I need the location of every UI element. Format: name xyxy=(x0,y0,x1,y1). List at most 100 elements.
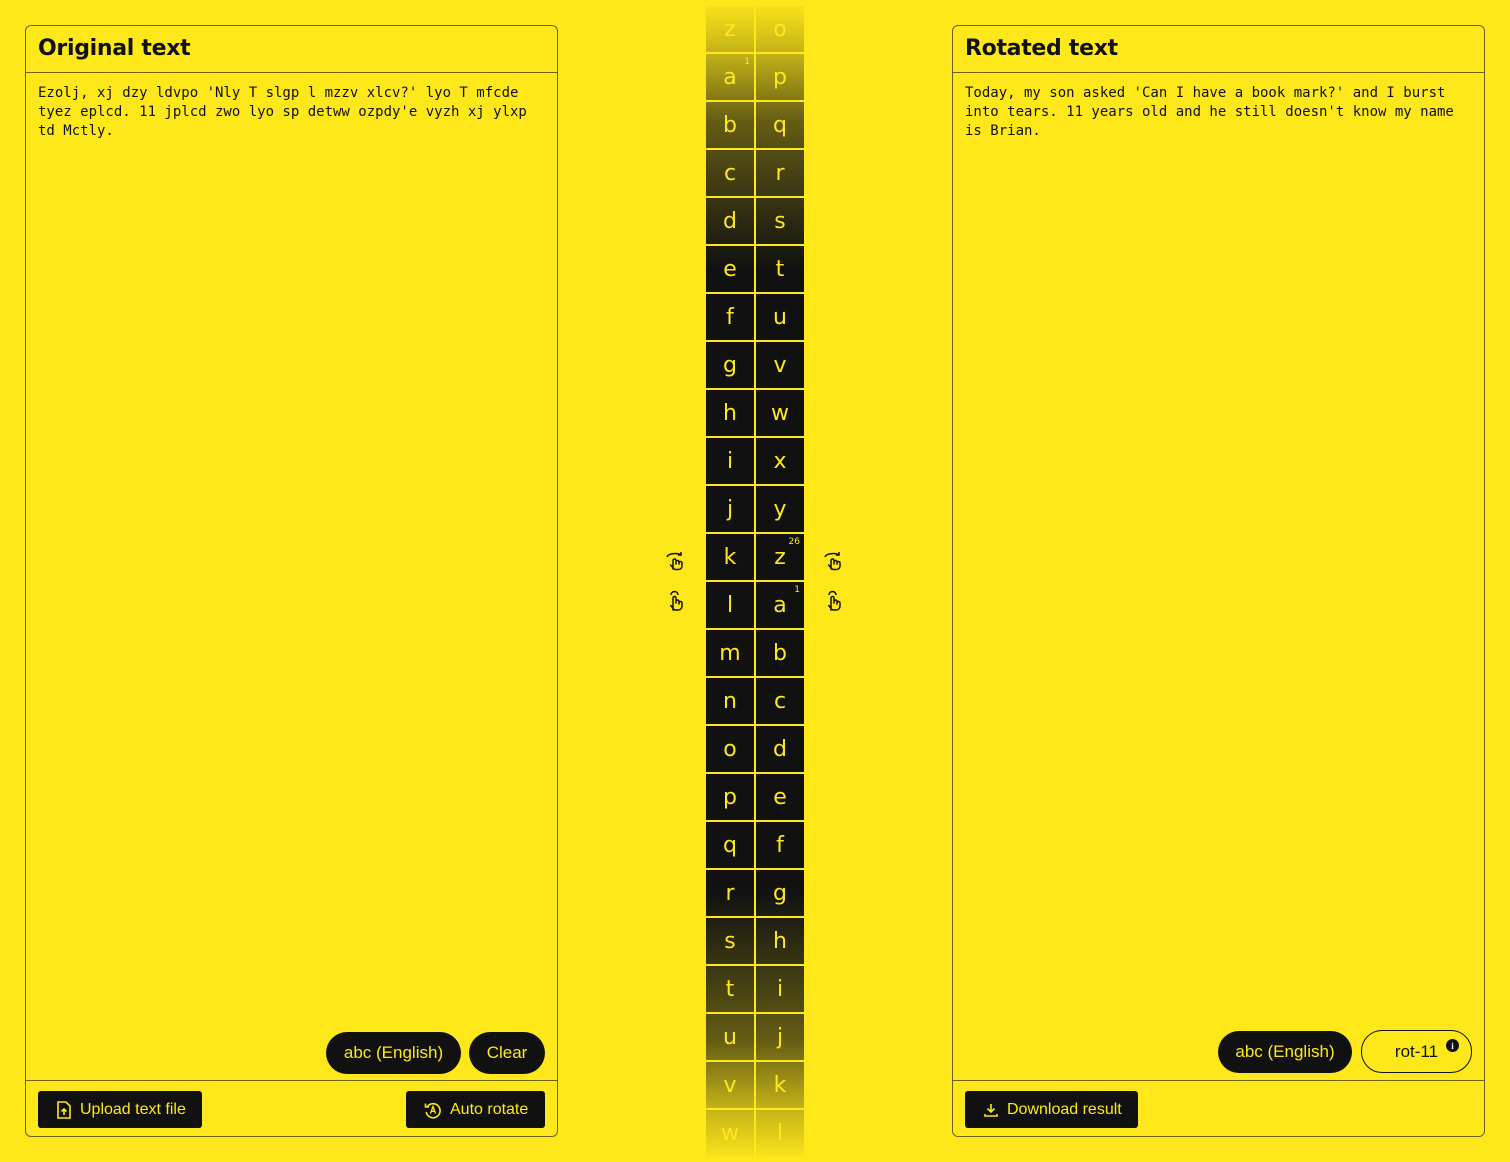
clear-button[interactable]: Clear xyxy=(469,1032,545,1074)
upload-text-file-button[interactable]: Upload text file xyxy=(38,1091,202,1128)
auto-rotate-icon xyxy=(424,1102,441,1118)
wheel-right-letter[interactable]: a1 xyxy=(756,582,804,628)
tap-right-hand-icon[interactable] xyxy=(822,589,846,613)
wheel-left-letter[interactable]: w xyxy=(706,1110,754,1156)
wheel-left-letter[interactable]: k xyxy=(706,534,754,580)
wheel-letter-text: b xyxy=(773,640,787,666)
wheel-letter-text: q xyxy=(773,112,787,138)
wheel-right-letter[interactable]: q xyxy=(756,102,804,148)
rotation-wheel[interactable]: z a 1 b c d e f g h i j k l m n o p q r s t u v w o p q r s t u v w x y z 26 a… xyxy=(705,0,805,1162)
wheel-right-letter[interactable]: r xyxy=(756,150,804,196)
wheel-letter-text: k xyxy=(773,1072,787,1098)
wheel-left-letter[interactable]: l xyxy=(706,582,754,628)
rotated-alphabet-button[interactable]: abc (English) xyxy=(1218,1031,1352,1073)
wheel-right-letter[interactable]: h xyxy=(756,918,804,964)
wheel-right-letter[interactable]: u xyxy=(756,294,804,340)
wheel-right-letter[interactable]: e xyxy=(756,774,804,820)
wheel-right-letter[interactable]: s xyxy=(756,198,804,244)
wheel-right-letter[interactable]: i xyxy=(756,966,804,1012)
wheel-letter-text: v xyxy=(773,352,787,378)
original-text-footer: Upload text file Auto rotate xyxy=(26,1080,557,1136)
wheel-left-letter[interactable]: m xyxy=(706,630,754,676)
wheel-letter-text: t xyxy=(725,976,735,1002)
wheel-left-letter[interactable]: c xyxy=(706,150,754,196)
download-result-button[interactable]: Download result xyxy=(965,1091,1138,1128)
wheel-right-letter[interactable]: v xyxy=(756,342,804,388)
wheel-left-letter[interactable]: h xyxy=(706,390,754,436)
wheel-right-letter[interactable]: l xyxy=(756,1110,804,1156)
wheel-left-letter[interactable]: i xyxy=(706,438,754,484)
wheel-left-letter[interactable]: t xyxy=(706,966,754,1012)
wheel-letter-text: i xyxy=(776,976,784,1002)
wheel-right-letter[interactable]: w xyxy=(756,390,804,436)
wheel-letter-text: n xyxy=(723,688,737,714)
wheel-letter-text: e xyxy=(723,256,737,282)
download-result-label: Download result xyxy=(1007,1100,1122,1118)
wheel-left-letter[interactable]: j xyxy=(706,486,754,532)
wheel-letter-text: s xyxy=(724,928,736,954)
wheel-right-letter[interactable]: b xyxy=(756,630,804,676)
wheel-left-letter[interactable]: o xyxy=(706,726,754,772)
wheel-left-letter[interactable]: z xyxy=(706,6,754,52)
wheel-left-letter[interactable]: s xyxy=(706,918,754,964)
download-icon xyxy=(984,1103,998,1117)
wheel-left-letter[interactable]: b xyxy=(706,102,754,148)
wheel-left-letter[interactable]: f xyxy=(706,294,754,340)
wheel-right-letter[interactable]: o xyxy=(756,6,804,52)
wheel-left-letter[interactable]: u xyxy=(706,1014,754,1060)
wheel-right-letter[interactable]: j xyxy=(756,1014,804,1060)
info-icon[interactable]: i xyxy=(1446,1039,1459,1052)
wheel-left-letter[interactable]: n xyxy=(706,678,754,724)
rotate-right-hand-icon[interactable] xyxy=(822,549,846,573)
wheel-letter-text: u xyxy=(773,304,787,330)
wheel-letter-text: p xyxy=(723,784,737,810)
wheel-right-letter[interactable]: y xyxy=(756,486,804,532)
original-alphabet-button[interactable]: abc (English) xyxy=(326,1032,461,1074)
wheel-letter-text: x xyxy=(773,448,787,474)
wheel-letter-text: o xyxy=(723,736,737,762)
wheel-letter-text: m xyxy=(719,640,741,666)
rotated-text-output[interactable]: Today, my son asked 'Can I have a book m… xyxy=(965,84,1472,141)
wheel-right-letter[interactable]: t xyxy=(756,246,804,292)
wheel-letter-text: s xyxy=(774,208,786,234)
wheel-right-letter[interactable]: c xyxy=(756,678,804,724)
wheel-letter-text: o xyxy=(773,16,787,42)
wheel-left-letter[interactable]: g xyxy=(706,342,754,388)
wheel-letter-text: k xyxy=(723,544,737,570)
wheel-right-letter[interactable]: f xyxy=(756,822,804,868)
wheel-letter-text: z xyxy=(774,544,786,570)
wheel-letter-text: c xyxy=(773,688,787,714)
wheel-left-letter[interactable]: q xyxy=(706,822,754,868)
original-text-input[interactable]: Ezolj, xj dzy ldvpo 'Nly T slgp l mzzv x… xyxy=(38,84,545,141)
wheel-letter-text: q xyxy=(723,832,737,858)
wheel-right-letter[interactable]: x xyxy=(756,438,804,484)
wheel-left-letter[interactable]: r xyxy=(706,870,754,916)
wheel-left-letter[interactable]: a1 xyxy=(706,54,754,100)
wheel-index-marker: 1 xyxy=(794,585,800,595)
wheel-letter-text: g xyxy=(773,880,787,906)
wheel-letter-text: w xyxy=(771,400,789,426)
rotate-left-hand-icon[interactable] xyxy=(664,549,688,573)
upload-text-file-label: Upload text file xyxy=(80,1100,186,1118)
original-text-title: Original text xyxy=(38,36,191,61)
rotated-text-panel: Rotated text Today, my son asked 'Can I … xyxy=(952,25,1485,1137)
auto-rotate-button[interactable]: Auto rotate xyxy=(406,1091,545,1128)
wheel-right-letter[interactable]: k xyxy=(756,1062,804,1108)
wheel-letter-text: e xyxy=(773,784,787,810)
tap-left-hand-icon[interactable] xyxy=(664,589,688,613)
wheel-right-letter[interactable]: d xyxy=(756,726,804,772)
wheel-index-marker: 1 xyxy=(744,57,750,67)
wheel-letter-text: a xyxy=(723,64,737,90)
wheel-right-letter[interactable]: p xyxy=(756,54,804,100)
wheel-left-letter[interactable]: v xyxy=(706,1062,754,1108)
rotation-select[interactable]: rot-11 i xyxy=(1361,1030,1472,1073)
wheel-right-letter[interactable]: g xyxy=(756,870,804,916)
wheel-letter-text: f xyxy=(726,304,734,330)
wheel-right-letter[interactable]: z 26 xyxy=(756,534,804,580)
wheel-letter-text: d xyxy=(723,208,737,234)
rotated-text-title: Rotated text xyxy=(965,36,1118,61)
wheel-left-letter[interactable]: e xyxy=(706,246,754,292)
wheel-left-letter[interactable]: p xyxy=(706,774,754,820)
wheel-left-letter[interactable]: d xyxy=(706,198,754,244)
wheel-letter-text: z xyxy=(724,16,736,42)
